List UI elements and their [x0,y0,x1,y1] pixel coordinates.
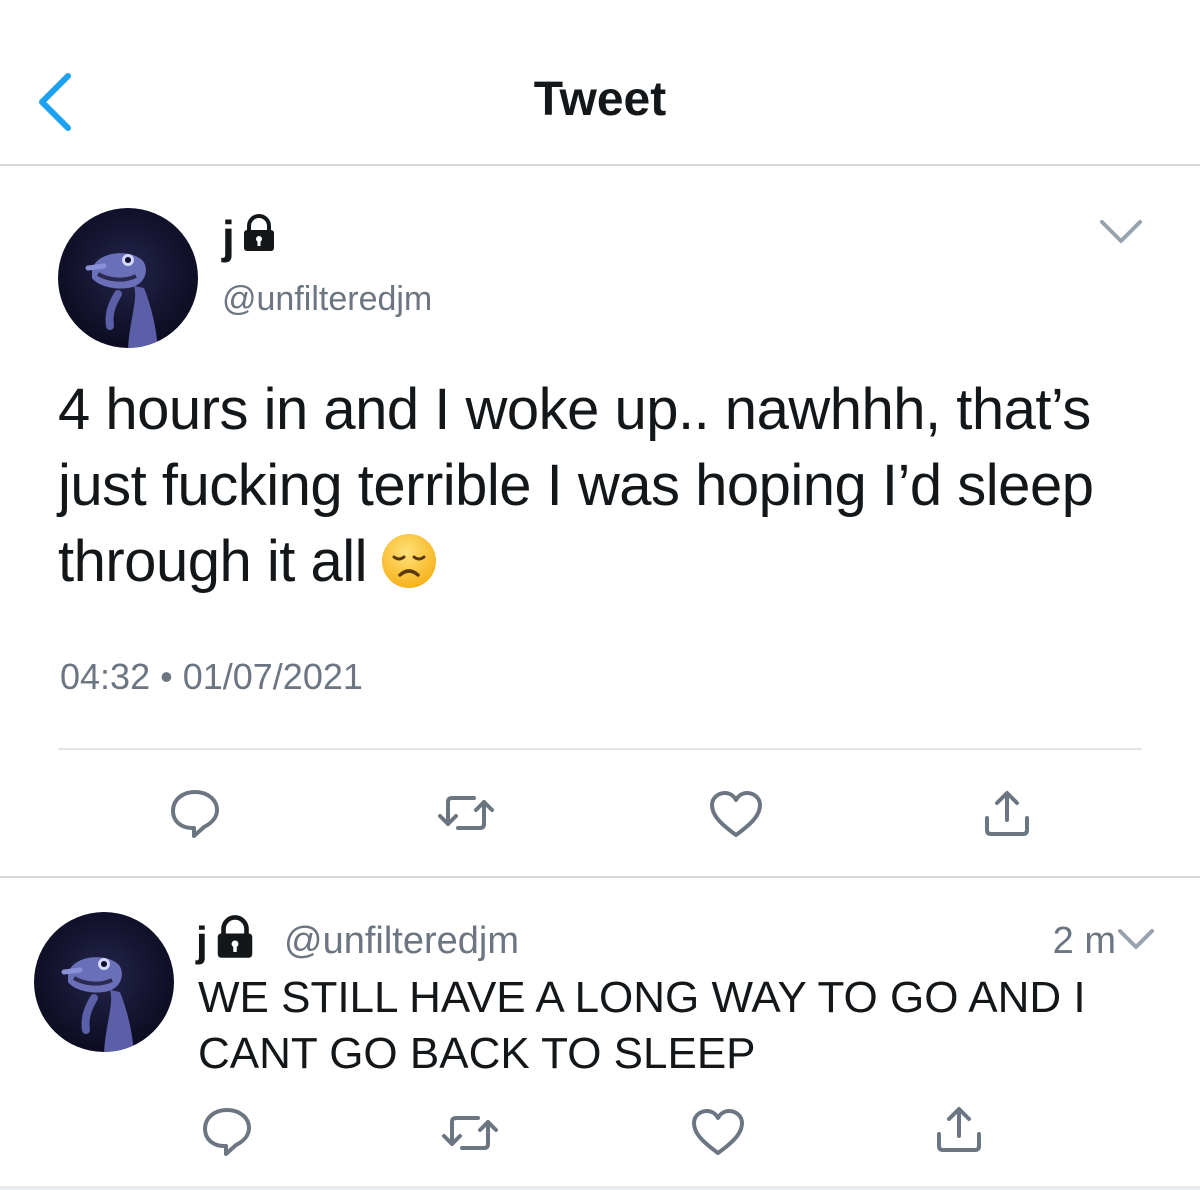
retweet-icon[interactable] [442,1110,498,1161]
chevron-down-icon[interactable] [1116,926,1156,957]
page-title: Tweet [533,73,667,126]
avatar[interactable] [58,208,198,348]
author-name[interactable]: j [222,210,279,264]
tweet-time: 04:32 [60,656,151,697]
bottom-divider [0,1186,1200,1190]
lock-icon [239,210,279,264]
reply-author-name-text: j [196,918,208,965]
author-name-text: j [222,211,235,263]
chevron-down-icon[interactable] [1098,216,1144,251]
disappointed-face-icon [381,532,437,608]
meta-separator: • [160,656,173,697]
reply-author-handle[interactable]: @unfilteredjm [284,920,519,963]
heart-icon[interactable] [690,1108,746,1163]
reply-text: WE STILL HAVE A LONG WAY TO GO AND I CAN… [198,973,1086,1078]
reply-icon[interactable] [168,786,222,845]
author-handle[interactable]: @unfilteredjm [222,280,432,319]
tweet-date: 01/07/2021 [182,656,363,697]
tweet-timestamp: 04:32 • 01/07/2021 [60,656,363,698]
reply-header: j @unfilteredjm 2 m [196,910,1156,966]
navigation-bar: Tweet [0,0,1200,166]
share-icon[interactable] [934,1106,984,1159]
section-divider [0,876,1200,878]
reply-avatar[interactable] [34,912,174,1052]
tweet-text-content: 4 hours in and I woke up.. nawhhh, that’… [58,377,1094,594]
retweet-icon[interactable] [438,790,494,841]
heart-icon[interactable] [708,790,764,845]
share-icon[interactable] [982,790,1032,843]
reply-time: 2 m [1052,920,1116,962]
divider [58,748,1142,750]
reply-author-name[interactable]: j [196,914,258,970]
tweet-text: 4 hours in and I woke up.. nawhhh, that’… [58,372,1158,608]
reply-icon[interactable] [200,1104,254,1163]
lock-icon [212,914,258,970]
